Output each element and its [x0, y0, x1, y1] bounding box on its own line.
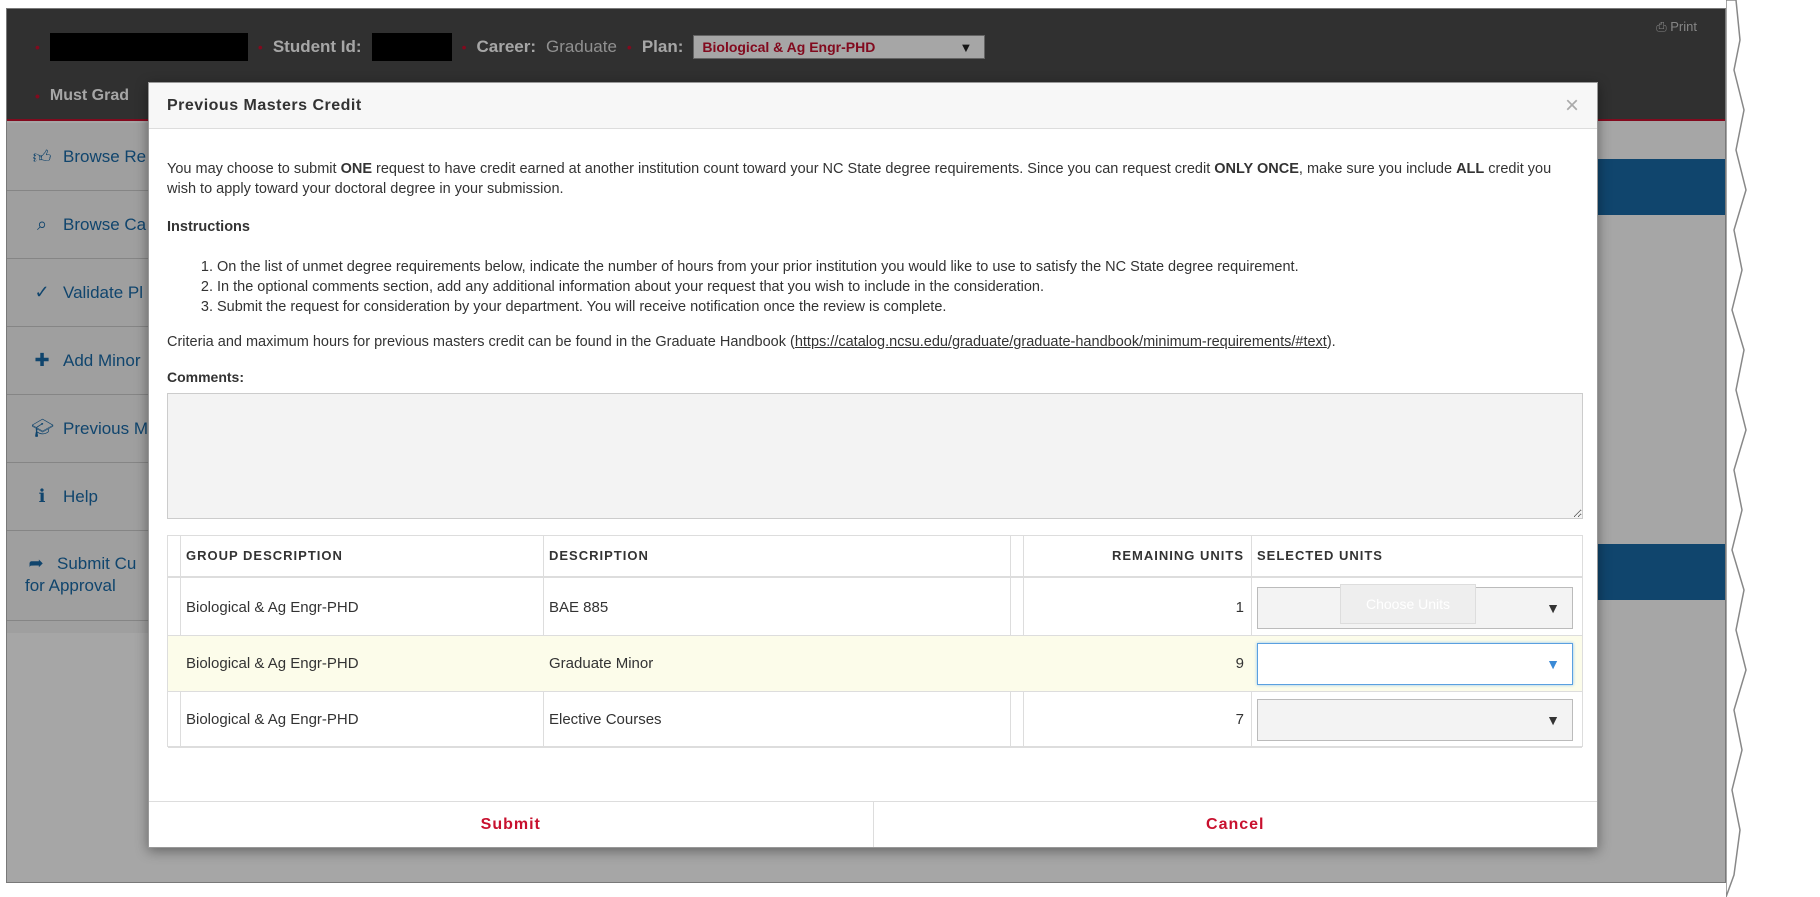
cell-group: Biological & Ag Engr-PHD [186, 654, 359, 672]
intro-text: You may choose to submit [167, 161, 341, 177]
column-header-selected: SELECTED UNITS [1257, 548, 1383, 563]
criteria-text: Criteria and maximum hours for previous … [167, 332, 1579, 352]
table-row: Biological & Ag Engr-PHD Graduate Minor … [168, 636, 1582, 692]
units-select[interactable]: ▼ [1257, 642, 1573, 685]
column-header-group: GROUP DESCRIPTION [186, 548, 343, 563]
cell-remaining: 1 [1235, 598, 1244, 616]
close-icon[interactable]: × [1565, 93, 1579, 118]
cell-description: Graduate Minor [549, 654, 654, 672]
column-header-remaining: REMAINING UNITS [1112, 548, 1244, 563]
graduate-handbook-link[interactable]: https://catalog.ncsu.edu/graduate/gradua… [795, 334, 1327, 350]
cell-description: BAE 885 [549, 598, 609, 616]
instructions-heading: Instructions [167, 219, 250, 235]
modal-footer: Submit Cancel [149, 801, 1597, 847]
cell-group: Biological & Ag Engr-PHD [186, 710, 359, 728]
cancel-button[interactable]: Cancel [872, 802, 1597, 847]
modal-title: Previous Masters Credit [167, 96, 362, 114]
cell-group: Biological & Ag Engr-PHD [186, 598, 359, 616]
intro-bold: ONLY ONCE [1214, 161, 1299, 177]
table-header: GROUP DESCRIPTION DESCRIPTION REMAINING … [168, 536, 1582, 578]
instructions-list: On the list of unmet degree requirements… [217, 257, 1579, 317]
instruction-item: On the list of unmet degree requirements… [217, 257, 1579, 277]
previous-masters-credit-modal: Previous Masters Credit × You may choose… [148, 82, 1598, 848]
intro-paragraph: You may choose to submit ONE request to … [167, 159, 1579, 199]
units-table: GROUP DESCRIPTION DESCRIPTION REMAINING … [167, 535, 1583, 748]
intro-bold: ALL [1456, 161, 1485, 177]
cell-selected: ▼ [1253, 636, 1578, 691]
intro-text: , make sure you include [1298, 161, 1457, 177]
criteria-prefix: Criteria and maximum hours for previous … [167, 334, 795, 350]
choose-units-tooltip: Choose Units [1340, 584, 1476, 624]
criteria-suffix: ). [1326, 334, 1336, 350]
caret-down-icon: ▼ [1546, 655, 1560, 672]
modal-header: Previous Masters Credit × [149, 83, 1597, 129]
cell-remaining: 7 [1235, 710, 1244, 728]
cell-description: Elective Courses [549, 710, 662, 728]
cell-selected: ▼ [1253, 692, 1578, 747]
table-row: Biological & Ag Engr-PHD Elective Course… [168, 692, 1582, 748]
submit-button[interactable]: Submit [149, 802, 873, 847]
torn-edge-decoration [1726, 0, 1747, 897]
caret-down-icon: ▼ [1546, 711, 1560, 728]
intro-bold: ONE [340, 161, 372, 177]
intro-text: request to have credit earned at another… [371, 161, 1215, 177]
comments-textarea[interactable] [167, 393, 1583, 519]
comments-label: Comments: [167, 369, 245, 385]
column-header-description: DESCRIPTION [549, 548, 649, 563]
cell-remaining: 9 [1235, 654, 1244, 672]
instruction-item: In the optional comments section, add an… [217, 277, 1579, 297]
caret-down-icon: ▼ [1546, 599, 1560, 616]
modal-body: You may choose to submit ONE request to … [149, 129, 1597, 748]
units-select[interactable]: ▼ [1257, 698, 1573, 741]
instruction-item: Submit the request for consideration by … [217, 297, 1579, 317]
